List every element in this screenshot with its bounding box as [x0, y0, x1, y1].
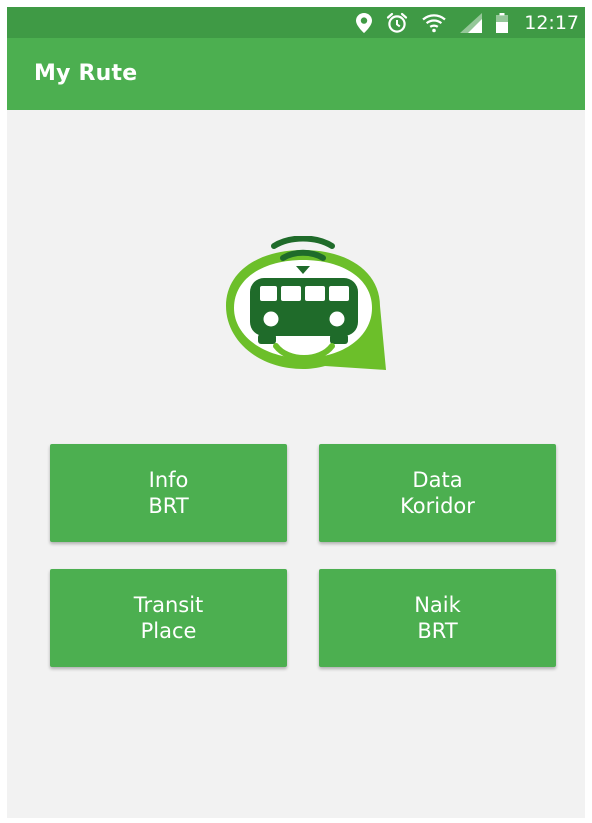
app-screen: 12:17 My Rute Info BRT Data Koridor Tran…	[7, 7, 585, 818]
transit-place-label-line2: Place	[140, 619, 197, 643]
transit-place-button[interactable]: Transit Place	[50, 569, 287, 667]
status-icons: 12:17	[356, 7, 579, 38]
data-koridor-label-line2: Koridor	[400, 494, 475, 518]
app-bar: My Rute	[7, 38, 585, 110]
location-pin-icon	[356, 12, 373, 33]
info-brt-label-line2: BRT	[148, 494, 189, 518]
naik-brt-label-line1: Naik	[414, 593, 461, 617]
naik-brt-button[interactable]: Naik BRT	[319, 569, 556, 667]
battery-icon	[496, 12, 509, 33]
bus-chat-logo-icon	[220, 235, 386, 370]
status-time: 12:17	[524, 11, 579, 34]
info-brt-label-line1: Info	[148, 468, 189, 492]
wifi-icon	[422, 13, 446, 33]
transit-place-label-line1: Transit	[133, 593, 204, 617]
app-title: My Rute	[34, 61, 138, 86]
data-koridor-label-line1: Data	[412, 468, 463, 492]
info-brt-button[interactable]: Info BRT	[50, 444, 287, 542]
data-koridor-button[interactable]: Data Koridor	[319, 444, 556, 542]
cell-signal-icon	[460, 12, 483, 33]
alarm-clock-icon	[386, 12, 408, 34]
status-bar: 12:17	[7, 7, 585, 38]
naik-brt-label-line2: BRT	[417, 619, 458, 643]
